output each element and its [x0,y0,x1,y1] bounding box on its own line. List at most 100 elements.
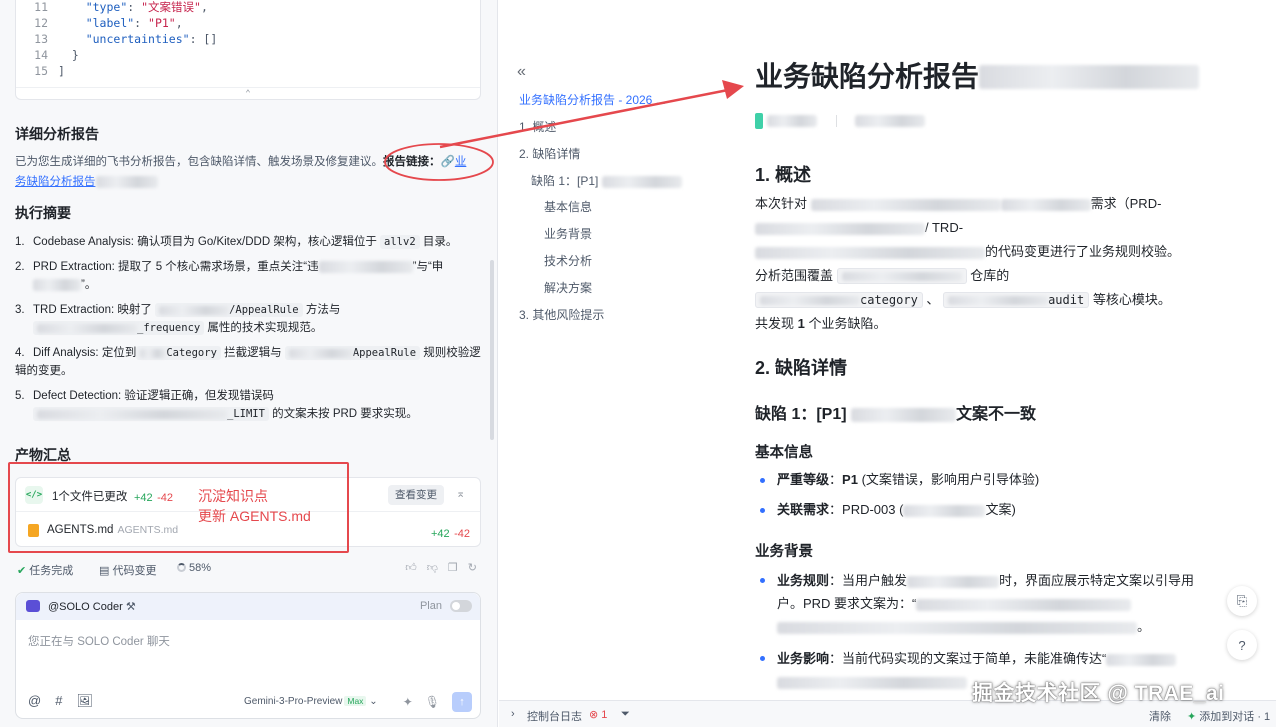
chat-tools: @ # 🖼︎ [28,693,93,709]
item-text: 定位到 [101,347,137,359]
item-number: 1. [15,236,25,248]
redacted-date [855,114,926,127]
toc-item-defect-1[interactable]: 缺陷 1：[P1] [531,172,682,189]
json-value: "文案错误" [141,0,201,14]
file-additions: +42 [430,528,450,540]
doc-tool-icon[interactable]: ⎘ [1227,586,1257,616]
help-icon[interactable]: ? [1227,630,1257,660]
chat-scrollbar[interactable] [490,260,494,440]
brand-watermark: 掘金技术社区 @ TRAE_ai [972,682,1225,705]
item-label: Defect Detection: [33,390,122,402]
report-link-cont[interactable]: 务缺陷分析报告 [15,176,96,188]
code-text: "type": "文案错误", [85,0,208,14]
feedback-actions: 👍︎ 👎︎ ❐ ↻ [405,561,477,574]
summary-item: 5. Defect Detection: 验证逻辑正确，但发现错误码 _LIMIT… [15,387,483,423]
summary-heading: 执行摘要 [15,205,71,221]
toc-item-background[interactable]: 业务背景 [544,225,592,242]
item-code: allv2 [380,235,420,249]
copy-icon[interactable]: ❐ [448,561,458,574]
item-text: 提取了 5 个核心需求场景，重点关注“违 [118,261,319,273]
sparkle-icon[interactable]: ✦ [403,695,413,709]
redacted-text [318,260,413,273]
collapse-toc-icon[interactable]: « [517,63,526,81]
send-button[interactable]: ↑ [452,692,472,712]
error-icon: ⊗ [589,709,599,721]
item-tail: 目录。 [422,236,458,248]
item-tail: 属性的技术实现规范。 [207,322,323,334]
chevron-up-icon: ⌃ [245,88,251,99]
chat-actions: ✦ 🎙︎ ↑ [403,692,472,712]
report-link[interactable]: 业 [455,156,467,168]
microphone-icon[interactable]: 🎙︎ [425,695,440,709]
item-text: 验证逻辑正确，但发现错误码 [124,390,274,402]
tools-icon: ⚒ [125,601,136,613]
code-line: 11 "type": "文案错误", [16,0,217,15]
collapse-icon[interactable]: ⌅ [456,487,465,500]
line-number: 12 [34,16,48,30]
item-label: Codebase Analysis: [33,236,135,248]
summary-item: 2. PRD Extraction: 提取了 5 个核心需求场景，重点关注“违 ”与… [15,258,483,294]
progress-ring-icon [177,563,186,572]
section-overview-heading: 1. 概述 [755,165,812,185]
code-line: 12 "label": "P1", [16,15,217,31]
toc-item-tech-analysis[interactable]: 技术分析 [544,252,592,269]
report-description: 已为您生成详细的飞书分析报告，包含缺陷详情、触发场景及修复建议。 [15,156,383,168]
check-circle-icon: ✔ [17,565,27,577]
chat-input[interactable]: 您正在与 SOLO Coder 聊天 [28,633,170,649]
error-count[interactable]: ⊗ 1 [589,708,607,721]
item-number: 2. [15,261,25,273]
item-text: 映射了 [117,304,152,316]
item-mid: 方法与 [305,304,341,316]
file-counts: +42 -42 [431,524,470,542]
toc-item-risks[interactable]: 3. 其他风险提示 [519,306,604,323]
mention-icon[interactable]: @ [28,693,41,709]
line-number: 13 [34,32,48,46]
toc-item-overview[interactable]: 1. 概述 [519,118,556,135]
agent-icon [26,600,40,612]
image-icon[interactable]: 🖼︎ [76,693,93,709]
retry-icon[interactable]: ↻ [468,561,477,574]
plan-toggle[interactable] [450,600,472,612]
console-log-label[interactable]: 控制台日志 [527,708,582,724]
sparkle-icon: ✦ [1187,711,1197,723]
task-status-row: ✔ 任务完成 ▤ 代码变更 58% 👍︎ 👎︎ ❐ ↻ [15,560,481,578]
rule-bullet: 业务规则：当用户触发 时，界面应展示特定文案以引导用 户。PRD 要求文案为：“ … [755,569,1225,638]
add-to-chat-button[interactable]: ✦ 添加到对话 · 1 [1187,708,1270,724]
thumbs-down-icon[interactable]: 👎︎ [427,561,438,574]
detail-report-heading: 详细分析报告 [15,126,99,142]
clear-button[interactable]: 清除 [1149,708,1171,724]
code-lines: 11 "type": "文案错误", 12 "label": "P1", 13 … [16,0,217,79]
document-title: 业务缺陷分析报告 [755,55,1200,95]
filter-icon[interactable]: ⏷ [621,708,630,721]
document-icon: ▤ [99,565,110,577]
model-selector[interactable]: Gemini-3-Pro-Preview Max ⌄ [244,696,378,707]
item-mid: 拦截逻辑与 [224,347,282,359]
toc-item-basic-info[interactable]: 基本信息 [544,198,592,215]
summary-item: 1. Codebase Analysis: 确认项目为 Go/Kitex/DDD … [15,233,483,251]
overview-paragraph: 本次针对 需求（PRD- / TRD- 的代码变更进行了业务规则校验。 分析范围… [755,196,1181,331]
toc-item-defects[interactable]: 2. 缺陷详情 [519,145,580,162]
item-code: _LIMIT [33,407,269,421]
hash-icon[interactable]: # [55,693,62,709]
document-preview: « 业务缺陷分析报告 - 2026 ... 1. 概述 2. 缺陷详情 缺陷 1… [499,0,1276,727]
requirement-bullet: 关联需求：PRD-003 (文案) [755,499,1225,521]
thumbs-up-icon[interactable]: 👍︎ [405,561,417,574]
item-code: AppealRule [284,346,421,360]
line-number: 14 [34,48,48,62]
toc-item-solution[interactable]: 解决方案 [544,279,592,296]
toc-item-title[interactable]: 业务缺陷分析报告 - 2026 ... [519,91,666,108]
chat-panel: 11 "type": "文案错误", 12 "label": "P1", 13 … [0,0,498,727]
code-changes-status[interactable]: ▤ 代码变更 [99,562,156,578]
chevron-right-icon[interactable]: › [511,708,515,720]
view-changes-button[interactable]: 查看变更 [388,485,444,505]
code-text: "label": "P1", [85,16,183,30]
redacted-author [767,114,818,127]
basic-info-heading: 基本信息 [755,445,813,461]
defect-1-heading: 缺陷 1：[P1] 文案不一致 [755,406,1037,423]
json-key: "uncertainties" [85,32,190,46]
json-code-block: 11 "type": "文案错误", 12 "label": "P1", 13 … [15,0,481,100]
agent-name[interactable]: @SOLO Coder ⚒ [48,600,136,613]
json-value: [] [203,32,218,46]
code-collapse-toggle[interactable]: ⌃ [16,87,480,99]
max-badge: Max [344,696,367,706]
